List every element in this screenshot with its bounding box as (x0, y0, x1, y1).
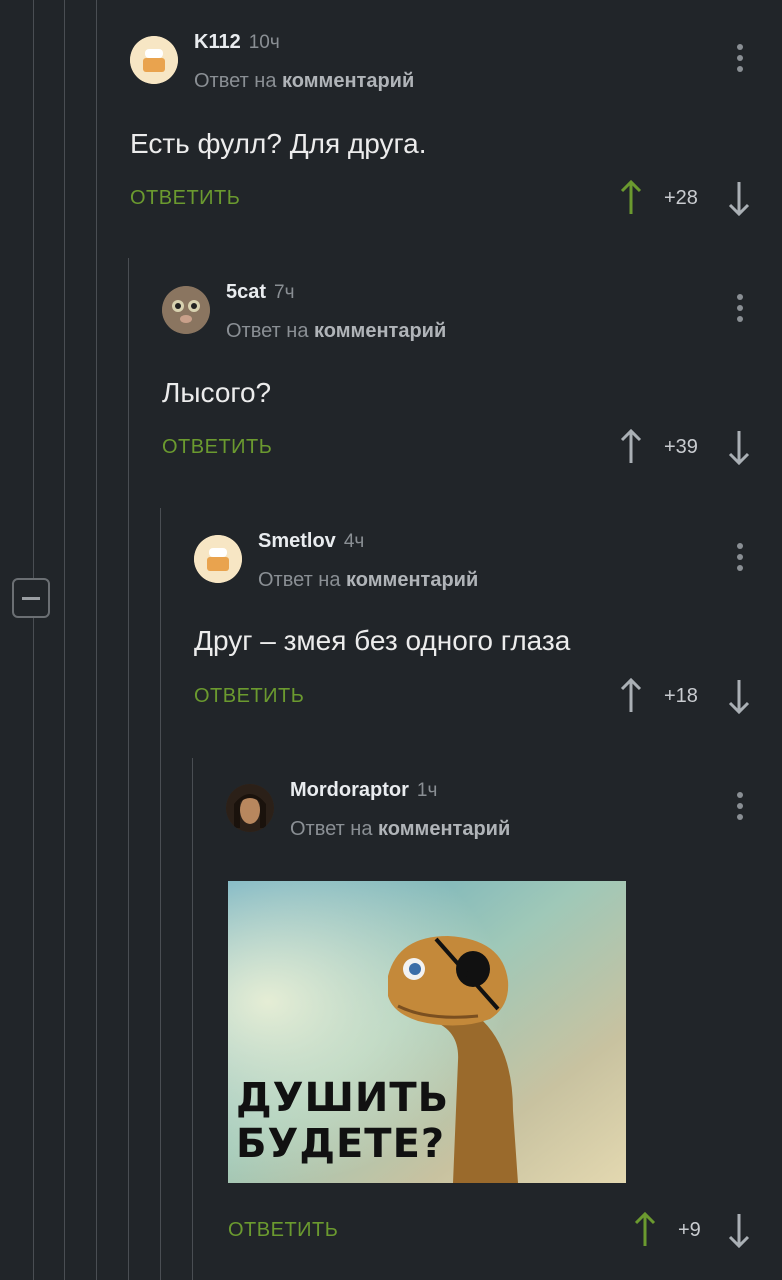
parent-comment-link[interactable]: комментарий (378, 818, 510, 840)
minus-icon (22, 597, 40, 600)
collapse-thread-button[interactable] (12, 578, 50, 618)
reply-to: Ответ на комментарий (258, 569, 479, 591)
thread-line (96, 0, 97, 1280)
reply-button[interactable]: ОТВЕТИТЬ (194, 685, 304, 708)
comment-score: +28 (664, 187, 698, 209)
thread-line (128, 258, 129, 1280)
comment-time: 10ч (248, 32, 280, 53)
downvote-icon[interactable] (728, 678, 750, 714)
comment-score: +18 (664, 685, 698, 707)
comment-time: 1ч (416, 780, 438, 801)
comment-score: +39 (664, 436, 698, 458)
upvote-icon[interactable] (620, 429, 642, 465)
more-options-icon[interactable] (736, 543, 744, 577)
comment-author[interactable]: K112 10ч (194, 31, 280, 54)
avatar[interactable] (226, 784, 274, 832)
downvote-icon[interactable] (728, 429, 750, 465)
more-options-icon[interactable] (736, 294, 744, 328)
more-options-icon[interactable] (736, 792, 744, 826)
comment-text: Есть фулл? Для друга. (130, 128, 427, 159)
comment-author[interactable]: Mordoraptor 1ч (290, 779, 437, 802)
thread-line (33, 0, 34, 1280)
avatar[interactable] (162, 286, 210, 334)
comment-score: +9 (678, 1219, 701, 1241)
reply-button[interactable]: ОТВЕТИТЬ (130, 187, 240, 210)
reply-to: Ответ на комментарий (226, 320, 447, 342)
thread-line (64, 0, 65, 1280)
upvote-icon[interactable] (620, 678, 642, 714)
image-caption-line: БУДЕТЕ? (236, 1121, 446, 1167)
thread-line (160, 508, 161, 1280)
reply-button[interactable]: ОТВЕТИТЬ (228, 1219, 338, 1242)
more-options-icon[interactable] (736, 44, 744, 78)
comment-text: Друг – змея без одного глаза (194, 625, 571, 656)
avatar[interactable] (194, 535, 242, 583)
parent-comment-link[interactable]: комментарий (346, 569, 478, 591)
comment-text: Лысого? (162, 377, 272, 408)
thread-line (192, 758, 193, 1280)
reply-to: Ответ на комментарий (194, 70, 415, 92)
avatar[interactable] (130, 36, 178, 84)
comment-author[interactable]: 5cat 7ч (226, 281, 295, 304)
comment-author[interactable]: Smetlov 4ч (258, 530, 364, 553)
upvote-icon[interactable] (634, 1212, 656, 1248)
downvote-icon[interactable] (728, 180, 750, 216)
upvote-icon[interactable] (620, 180, 642, 216)
reply-button[interactable]: ОТВЕТИТЬ (162, 436, 272, 459)
comment-image[interactable]: ДУШИТЬ БУДЕТЕ? (228, 881, 626, 1183)
parent-comment-link[interactable]: комментарий (282, 70, 414, 92)
comment-time: 7ч (274, 282, 295, 303)
comment-time: 4ч (343, 531, 365, 552)
downvote-icon[interactable] (728, 1212, 750, 1248)
reply-to: Ответ на комментарий (290, 818, 511, 840)
image-caption-line: ДУШИТЬ (236, 1075, 450, 1121)
parent-comment-link[interactable]: комментарий (314, 320, 446, 342)
